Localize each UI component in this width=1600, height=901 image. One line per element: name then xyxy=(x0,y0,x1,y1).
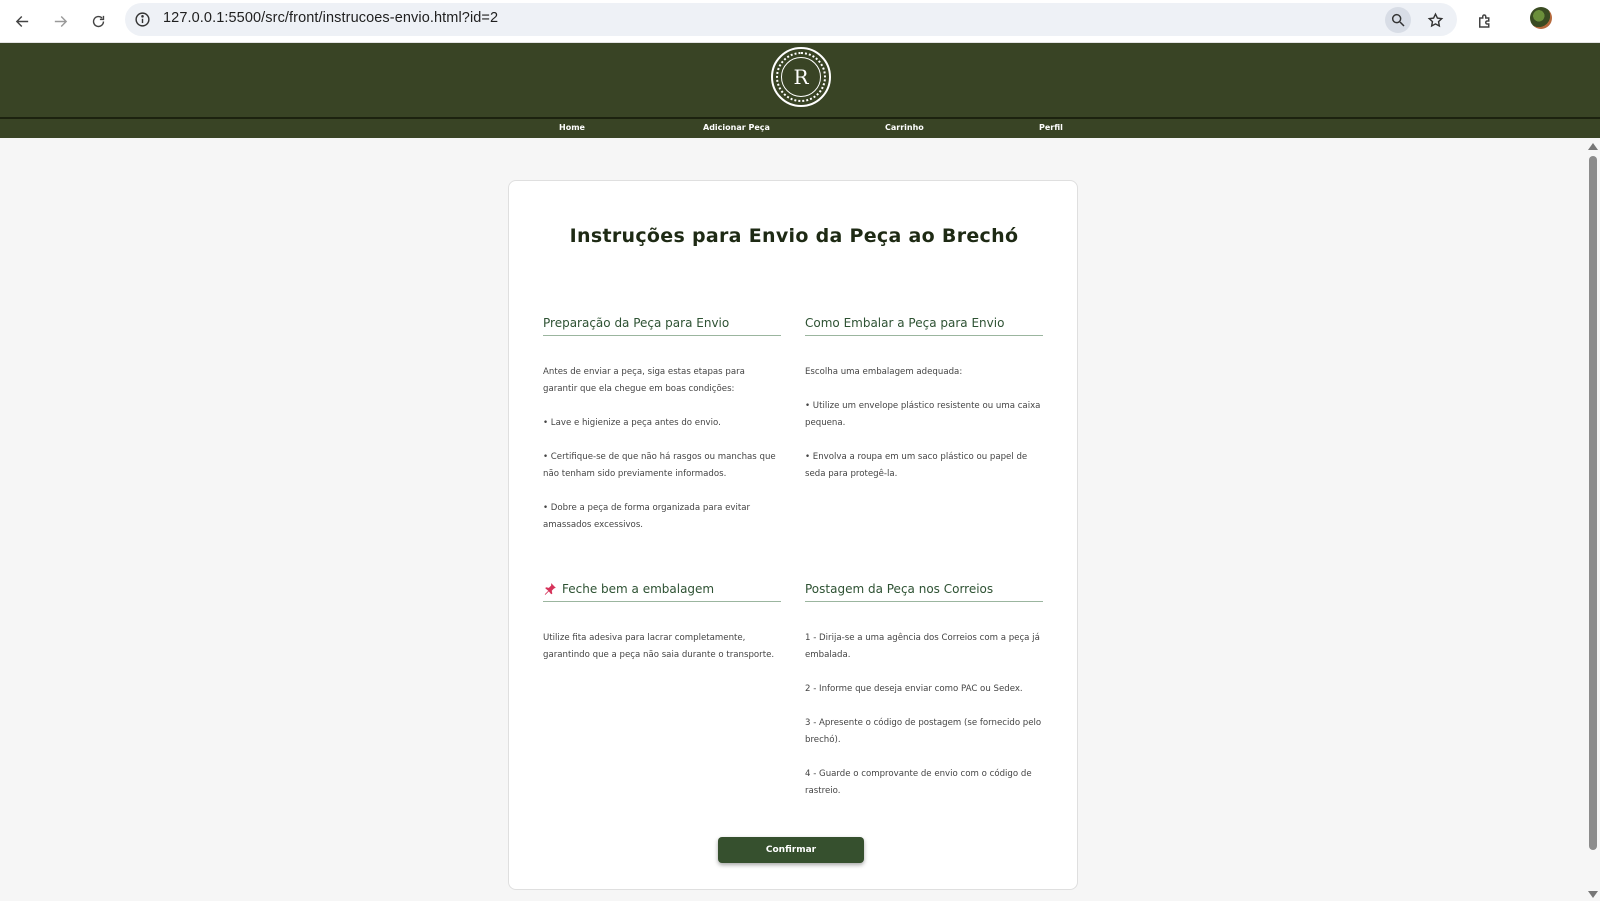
list-item: 2 - Informe que deseja enviar como PAC o… xyxy=(805,684,1023,694)
zoom-icon[interactable] xyxy=(1385,7,1411,33)
scroll-down-arrow-icon[interactable] xyxy=(1588,891,1598,898)
reload-icon[interactable] xyxy=(85,8,111,34)
bookmark-star-icon[interactable] xyxy=(1422,7,1448,33)
confirm-button[interactable]: Confirmar xyxy=(718,837,864,863)
back-arrow-icon[interactable] xyxy=(9,8,35,34)
url-text[interactable]: 127.0.0.1:5500/src/front/instrucoes-envi… xyxy=(163,10,498,26)
section-fechar: Feche bem a embalagem Utilize fita adesi… xyxy=(543,582,781,681)
list-item: • Lave e higienize a peça antes do envio… xyxy=(543,418,721,428)
browser-toolbar: 127.0.0.1:5500/src/front/instrucoes-envi… xyxy=(0,0,1600,43)
scroll-up-arrow-icon[interactable] xyxy=(1588,143,1598,150)
main-nav: Home Adicionar Peça Carrinho Perfil xyxy=(0,117,1600,138)
list-item: • Dobre a peça de forma organizada para … xyxy=(543,503,751,530)
scrollbar-thumb[interactable] xyxy=(1589,156,1597,850)
profile-avatar[interactable] xyxy=(1530,7,1552,29)
section-embalar: Como Embalar a Peça para Envio Escolha u… xyxy=(805,316,1043,500)
section-postagem: Postagem da Peça nos Correios 1 - Dirija… xyxy=(805,582,1043,817)
paragraph: Utilize fita adesiva para lacrar complet… xyxy=(543,633,775,660)
section-heading-row: Feche bem a embalagem xyxy=(543,582,781,602)
site-info-icon[interactable] xyxy=(133,10,152,29)
brand-logo[interactable]: R xyxy=(771,47,831,107)
nav-adicionar-peca[interactable]: Adicionar Peça xyxy=(703,123,770,132)
list-item: • Certifique-se de que não há rasgos ou … xyxy=(543,452,776,479)
section-heading: Feche bem a embalagem xyxy=(562,582,715,596)
logo-letter: R xyxy=(793,65,809,89)
page-title: Instruções para Envio da Peça ao Brechó xyxy=(569,225,1019,247)
list-item: 3 - Apresente o código de postagem (se f… xyxy=(805,718,1042,745)
section-body: Antes de enviar a peça, siga estas etapa… xyxy=(543,364,781,534)
nav-perfil[interactable]: Perfil xyxy=(1039,123,1063,132)
paragraph: Escolha uma embalagem adequada: xyxy=(805,367,963,377)
instructions-card: Instruções para Envio da Peça ao Brechó … xyxy=(508,180,1078,890)
section-preparacao: Preparação da Peça para Envio Antes de e… xyxy=(543,316,781,551)
forward-arrow-icon[interactable] xyxy=(47,8,73,34)
page-scrollbar[interactable] xyxy=(1585,140,1600,901)
section-heading: Postagem da Peça nos Correios xyxy=(805,582,1043,602)
section-body: Utilize fita adesiva para lacrar complet… xyxy=(543,630,781,664)
list-item: • Envolva a roupa em um saco plástico ou… xyxy=(805,452,1028,479)
section-body: 1 - Dirija-se a uma agência dos Correios… xyxy=(805,630,1043,800)
section-body: Escolha uma embalagem adequada: • Utiliz… xyxy=(805,364,1043,483)
pushpin-icon xyxy=(544,583,556,595)
address-bar[interactable]: 127.0.0.1:5500/src/front/instrucoes-envi… xyxy=(125,3,1457,36)
nav-carrinho[interactable]: Carrinho xyxy=(885,123,924,132)
list-item: 4 - Guarde o comprovante de envio com o … xyxy=(805,769,1032,796)
nav-home[interactable]: Home xyxy=(559,123,585,132)
section-heading: Como Embalar a Peça para Envio xyxy=(805,316,1043,336)
extensions-icon[interactable] xyxy=(1472,8,1498,34)
list-item: 1 - Dirija-se a uma agência dos Correios… xyxy=(805,633,1040,660)
paragraph: Antes de enviar a peça, siga estas etapa… xyxy=(543,367,745,394)
list-item: • Utilize um envelope plástico resistent… xyxy=(805,401,1041,428)
site-header: R xyxy=(0,43,1600,117)
section-heading: Preparação da Peça para Envio xyxy=(543,316,781,336)
